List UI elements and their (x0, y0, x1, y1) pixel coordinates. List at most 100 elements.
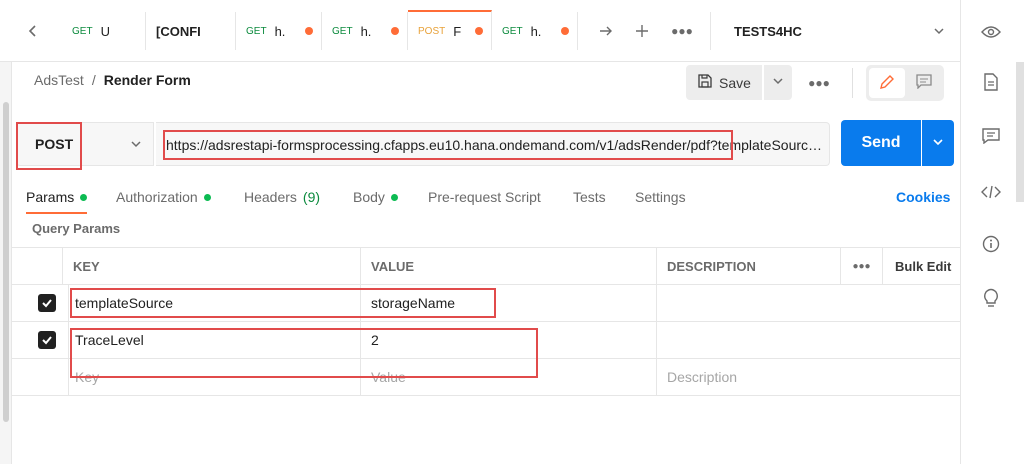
tab-label: Settings (635, 189, 686, 205)
environment-name[interactable]: TESTS4HC (734, 14, 802, 48)
request-tab[interactable]: GET h. (322, 12, 408, 50)
edit-mode-button[interactable] (869, 68, 905, 98)
tab-count: (9) (302, 189, 321, 205)
row-value[interactable]: 2 (360, 322, 656, 358)
breadcrumb-separator: / (91, 72, 96, 88)
tab-label: Body (353, 189, 385, 205)
tab-pre-request-script[interactable]: Pre-request Script (428, 184, 541, 210)
table-row-empty: Key Value Description (12, 359, 960, 396)
tab-name: h. (530, 23, 542, 39)
tab-name: U (100, 23, 110, 39)
comment-icon (916, 74, 932, 92)
request-tab[interactable]: GET U (62, 12, 146, 50)
method-select[interactable]: POST (16, 122, 154, 166)
key-placeholder[interactable]: Key (68, 359, 360, 395)
tab-label: Authorization (116, 189, 198, 205)
tab-body[interactable]: Body (353, 184, 398, 210)
section-title: Query Params (32, 221, 121, 236)
check-icon (42, 336, 52, 345)
tab-tests[interactable]: Tests (573, 184, 606, 210)
plus-icon[interactable] (628, 14, 656, 48)
tab-name: F (453, 23, 462, 39)
comment-mode-button[interactable] (906, 68, 942, 98)
left-scrollbar[interactable] (0, 62, 12, 464)
tab-method: POST (418, 25, 446, 37)
header-description: DESCRIPTION (656, 248, 840, 284)
chevron-down-icon (129, 137, 143, 154)
tab-label: Pre-request Script (428, 189, 541, 205)
more-icon[interactable]: ●●● (668, 14, 696, 48)
request-tab[interactable]: GET h. (492, 12, 578, 50)
chevron-down-icon[interactable] (932, 14, 946, 48)
header-value: VALUE (360, 248, 656, 284)
pencil-icon (879, 74, 895, 93)
info-icon[interactable] (979, 232, 1003, 256)
request-tab[interactable]: [CONFI (146, 12, 236, 50)
chevron-down-icon (932, 136, 944, 151)
row-key[interactable]: TraceLevel (68, 322, 360, 358)
divider (710, 12, 711, 50)
code-icon[interactable] (979, 180, 1003, 204)
header-key: KEY (62, 248, 360, 284)
row-description[interactable] (656, 322, 960, 358)
eye-icon[interactable] (979, 20, 1003, 44)
table-row: TraceLevel 2 (12, 322, 960, 359)
more-icon[interactable]: ●●● (806, 65, 832, 100)
more-icon[interactable]: ●●● (840, 248, 882, 284)
value-placeholder[interactable]: Value (360, 359, 656, 395)
send-options-button[interactable] (922, 120, 954, 166)
row-checkbox[interactable] (38, 294, 56, 312)
tab-bar: GET U [CONFI GET h. GET h. POST F GET h.… (0, 0, 1024, 62)
check-icon (42, 299, 52, 308)
save-label: Save (719, 74, 751, 91)
url-input[interactable]: https://adsrestapi-formsprocessing.cfapp… (156, 122, 830, 166)
tab-label: Headers (244, 189, 297, 205)
request-tab-active[interactable]: POST F (408, 10, 492, 50)
unsaved-dot (391, 27, 399, 35)
tab-headers[interactable]: Headers (9) (244, 184, 320, 210)
bulk-edit-button[interactable]: Bulk Edit (882, 248, 960, 284)
unsaved-dot (561, 27, 569, 35)
tab-method: GET (332, 25, 353, 37)
tab-name: h. (360, 23, 372, 39)
request-tab[interactable]: GET h. (236, 12, 322, 50)
tab-name: h. (274, 23, 286, 39)
save-options-button[interactable] (764, 65, 792, 100)
tab-method: GET (502, 25, 523, 37)
unsaved-dot (305, 27, 313, 35)
tab-method: GET (72, 25, 93, 37)
send-button[interactable]: Send (841, 120, 921, 166)
tab-params[interactable]: Params (26, 184, 88, 214)
tab-settings[interactable]: Settings (635, 184, 686, 210)
table-row: templateSource storageName (12, 285, 960, 322)
row-description[interactable] (656, 285, 960, 321)
breadcrumb-collection[interactable]: AdsTest (34, 72, 84, 88)
breadcrumb: AdsTest / Render Form (34, 72, 191, 88)
url-value: https://adsrestapi-formsprocessing.cfapp… (166, 137, 826, 153)
method-value: POST (35, 136, 74, 152)
forward-arrow-icon[interactable] (592, 14, 620, 48)
save-button[interactable]: Save (686, 65, 762, 100)
status-dot (390, 193, 398, 201)
tab-label: Params (26, 189, 75, 205)
tab-name: [CONFI (156, 23, 201, 39)
right-sidebar (960, 0, 1024, 464)
save-icon (697, 73, 713, 92)
row-checkbox[interactable] (38, 331, 56, 349)
row-value[interactable]: storageName (360, 285, 656, 321)
tab-authorization[interactable]: Authorization (116, 184, 211, 210)
scrollbar-thumb[interactable] (3, 102, 9, 422)
divider (852, 68, 853, 98)
document-icon[interactable] (979, 70, 1003, 94)
status-dot (203, 193, 211, 201)
cookies-link[interactable]: Cookies (896, 184, 950, 210)
mode-switch (866, 65, 944, 101)
description-placeholder[interactable]: Description (656, 359, 960, 395)
tab-method: GET (246, 25, 267, 37)
breadcrumb-request[interactable]: Render Form (104, 72, 191, 88)
row-key[interactable]: templateSource (68, 285, 360, 321)
back-arrow-icon[interactable] (18, 14, 48, 48)
right-scrollbar[interactable] (1016, 62, 1024, 202)
comment-icon[interactable] (979, 124, 1003, 148)
lightbulb-icon[interactable] (979, 286, 1003, 310)
